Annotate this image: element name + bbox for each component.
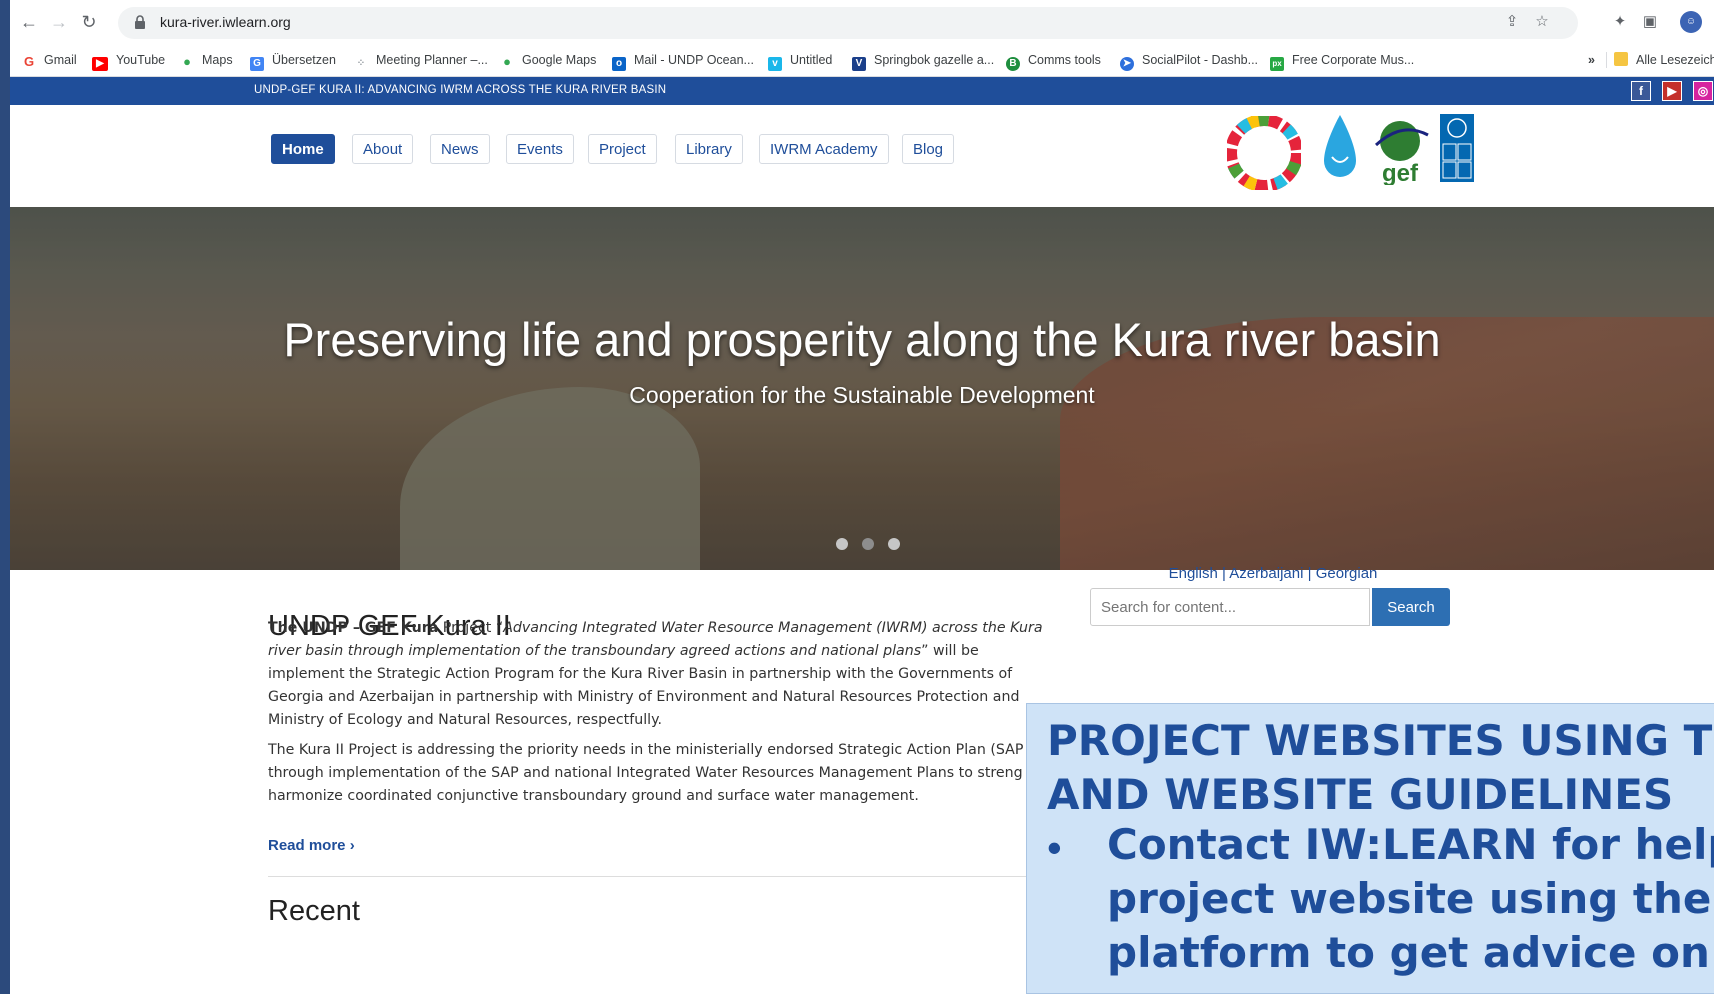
reload-icon[interactable]: ↻ <box>78 11 100 33</box>
browser-toolbar: ← → ↻ kura-river.iwlearn.org ⇪ ☆ ✦ ▣ ☺ <box>10 0 1714 45</box>
nav-library[interactable]: Library <box>675 134 743 164</box>
nav-home[interactable]: Home <box>271 134 335 164</box>
top-banner: UNDP-GEF KURA II: ADVANCING IWRM ACROSS … <box>10 77 1714 105</box>
gmail-icon: G <box>23 54 35 69</box>
bookmark-mail-undp[interactable]: o Mail - UNDP Ocean... <box>612 50 754 71</box>
gef-logo: gef <box>1374 121 1429 185</box>
intro-bold: The UNDP – GEF Kura <box>268 620 439 636</box>
bullet-icon: • <box>1047 824 1062 871</box>
star-icon[interactable]: ☆ <box>1532 12 1552 32</box>
bookmark-untitled[interactable]: v Untitled <box>768 50 832 71</box>
v-icon: V <box>852 57 866 71</box>
bookmark-meeting-planner[interactable]: ⁘ Meeting Planner –... <box>354 50 488 70</box>
extensions-icon[interactable]: ✦ <box>1610 12 1630 32</box>
profile-avatar[interactable]: ☺ <box>1680 11 1702 33</box>
nav-news[interactable]: News <box>430 134 490 164</box>
lang-azerbaijani[interactable]: Azerbaijani <box>1229 565 1303 582</box>
back-icon[interactable]: ← <box>18 11 40 33</box>
bookmarks-divider <box>1606 52 1607 68</box>
bookmark-google-maps[interactable]: ● Google Maps <box>500 50 596 70</box>
bookmark-translate[interactable]: G Übersetzen <box>250 50 336 71</box>
lang-georgian[interactable]: Georgian <box>1316 565 1378 582</box>
recent-heading: Recent <box>268 895 360 927</box>
bookmark-free-corporate[interactable]: px Free Corporate Mus... <box>1270 50 1414 71</box>
maps-icon: ● <box>183 54 191 69</box>
nav-iwrm-academy[interactable]: IWRM Academy <box>759 134 889 164</box>
search-input[interactable] <box>1090 588 1370 626</box>
slide-dot-1[interactable] <box>836 538 848 550</box>
slide-dot-3[interactable] <box>888 538 900 550</box>
url-text[interactable]: kura-river.iwlearn.org <box>160 14 291 30</box>
undp-logo <box>1440 114 1474 182</box>
bookmarks-bar: G Gmail ▶ YouTube ● Maps G Übersetzen ⁘ Meeti… <box>10 44 1714 77</box>
socialpilot-icon: ➤ <box>1120 57 1134 71</box>
read-more-link[interactable]: Read more › <box>268 837 355 854</box>
facebook-icon[interactable]: f <box>1631 81 1651 101</box>
bookmark-youtube[interactable]: ▶ YouTube <box>92 50 165 71</box>
bookmark-springbok[interactable]: V Springbok gazelle a... <box>852 50 994 71</box>
nav-blog[interactable]: Blog <box>902 134 955 164</box>
undp-gef-kura-drop-logo <box>1324 115 1356 177</box>
translate-icon: G <box>250 57 264 71</box>
instagram-icon[interactable]: ◎ <box>1693 81 1713 101</box>
youtube-social-icon[interactable]: ▶ <box>1662 81 1682 101</box>
nav-about[interactable]: About <box>352 134 414 164</box>
vimeo-icon: v <box>768 57 782 71</box>
overlay-title: PROJECT WEBSITES USING THE AND WEBSITE G… <box>1047 716 1714 819</box>
side-panel-icon[interactable]: ▣ <box>1640 12 1660 32</box>
top-banner-text: UNDP-GEF KURA II: ADVANCING IWRM ACROSS … <box>254 84 667 96</box>
px-icon: px <box>1270 57 1284 71</box>
share-icon[interactable]: ⇪ <box>1502 12 1522 32</box>
address-bar[interactable]: kura-river.iwlearn.org ⇪ ☆ <box>118 7 1578 39</box>
folder-icon <box>1614 52 1628 66</box>
nav-project[interactable]: Project <box>588 134 657 164</box>
google-maps-icon: ● <box>503 54 511 69</box>
all-bookmarks-folder[interactable]: Alle Lesezeiche <box>1614 50 1714 70</box>
site-header: Home About News Events Project Library I… <box>10 105 1714 207</box>
bookmark-maps[interactable]: ● Maps <box>180 50 233 70</box>
second-paragraph: The Kura II Project is addressing the pr… <box>268 742 1054 804</box>
bookmark-socialpilot[interactable]: ➤ SocialPilot - Dashb... <box>1120 50 1258 71</box>
lock-icon <box>135 15 145 29</box>
b-icon: B <box>1006 57 1020 71</box>
forward-icon[interactable]: → <box>48 11 70 33</box>
presentation-overlay-box: PROJECT WEBSITES USING THE AND WEBSITE G… <box>1026 703 1714 994</box>
hero-title: Preserving life and prosperity along the… <box>283 313 1441 366</box>
overlay-bullet-text: Contact IW:LEARN for help project websit… <box>1107 820 1714 977</box>
nav-events[interactable]: Events <box>506 134 574 164</box>
hero-subtitle: Cooperation for the Sustainable Developm… <box>629 382 1095 408</box>
lang-english[interactable]: English <box>1169 565 1218 582</box>
youtube-icon: ▶ <box>92 57 108 71</box>
search-button[interactable]: Search <box>1372 588 1450 626</box>
bookmark-gmail[interactable]: G Gmail <box>22 50 77 70</box>
language-switcher: English | Azerbaijani | Georgian <box>1168 565 1378 582</box>
slide-dot-2[interactable] <box>862 538 874 550</box>
sdg-wheel-logo <box>1227 116 1301 190</box>
hero-slider[interactable]: Preserving life and prosperity along the… <box>10 207 1714 570</box>
meeting-planner-icon: ⁘ <box>356 58 366 69</box>
intro-paragraph: The UNDP – GEF Kura Project “Advancing I… <box>268 620 1043 728</box>
browser-window: ← → ↻ kura-river.iwlearn.org ⇪ ☆ ✦ ▣ ☺ G… <box>10 0 1714 994</box>
more-bookmarks-button[interactable]: » <box>1588 50 1595 70</box>
outlook-icon: o <box>612 57 626 71</box>
svg-text:gef: gef <box>1382 160 1419 185</box>
bookmark-comms-tools[interactable]: B Comms tools <box>1006 50 1101 71</box>
